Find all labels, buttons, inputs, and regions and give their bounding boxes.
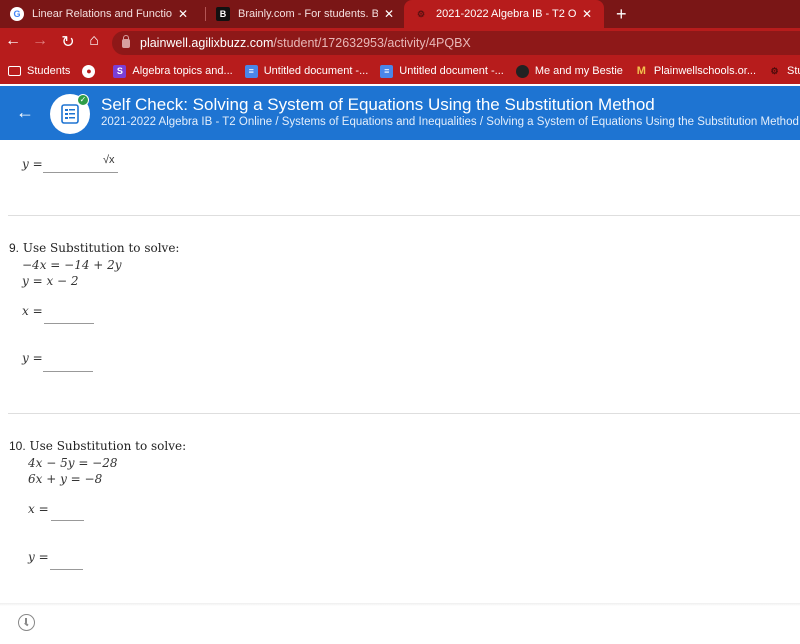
reload-icon[interactable]: ↻ — [58, 32, 78, 52]
browser-tab-algebra-active[interactable]: ⚙ 2021-2022 Algebra IB - T2 Online ✕ — [404, 0, 604, 28]
equation: −4x = −14 + 2y — [22, 258, 122, 272]
bookmark-algebra-topics[interactable]: S Algebra topics and... — [113, 64, 233, 78]
question-9-heading: 9. Use Substitution to solve: — [9, 241, 179, 255]
tab-title: Linear Relations and Functions / — [32, 8, 172, 20]
close-icon[interactable]: ✕ — [384, 7, 394, 21]
bookmark-plainwellschools[interactable]: M Plainwellschools.or... — [635, 65, 756, 78]
page-title: Self Check: Solving a System of Equation… — [101, 95, 655, 114]
question-prompt: Use Substitution to solve: — [22, 241, 180, 255]
breadcrumb: 2021-2022 Algebra IB - T2 Online / Syste… — [101, 116, 799, 128]
bookmark-students[interactable]: Students — [8, 65, 70, 77]
folder-icon — [8, 66, 21, 76]
answer-label-x: x = — [28, 502, 49, 516]
bookmark-label: Untitled document -... — [263, 65, 369, 77]
footer-divider — [0, 603, 800, 606]
docs-icon: ≡ — [244, 64, 258, 78]
math-editor-sqrt-button[interactable]: √x — [103, 154, 115, 166]
google-icon: G — [10, 7, 24, 21]
home-icon[interactable]: ⌂ — [84, 32, 104, 50]
question-divider — [8, 413, 800, 414]
answer-label-y: y = — [22, 351, 43, 365]
answer-input-y-q10[interactable] — [50, 569, 83, 570]
question-number: 10. — [9, 439, 26, 453]
browser-tab-brainly[interactable]: B Brainly.com - For students. By st ✕ — [206, 0, 404, 28]
docs-icon: ≡ — [380, 64, 394, 78]
bookmark-label: Student Ap — [787, 65, 800, 77]
back-icon[interactable]: ← — [3, 32, 23, 50]
close-icon[interactable]: ✕ — [582, 7, 592, 21]
tab-title: 2021-2022 Algebra IB - T2 Online — [436, 8, 576, 20]
s-icon: S — [113, 64, 127, 78]
address-bar[interactable]: plainwell.agilixbuzz.com/student/1726329… — [112, 31, 800, 55]
url-host: plainwell.agilixbuzz.com — [140, 36, 274, 50]
answer-label-x: x = — [22, 304, 43, 318]
new-tab-button[interactable]: + — [616, 4, 627, 25]
browser-tab-linear-relations[interactable]: G Linear Relations and Functions / ✕ — [0, 0, 205, 28]
equation: 6x + y = −8 — [28, 472, 103, 486]
answer-input-y-q9[interactable] — [43, 371, 93, 372]
question-prompt: Use Substitution to solve: — [29, 439, 187, 453]
bookmark-student-ap[interactable]: ⚙ Student Ap — [768, 65, 800, 78]
answer-input-x-q10[interactable] — [51, 520, 84, 521]
equation: y = x − 2 — [22, 274, 79, 288]
tab-strip: G Linear Relations and Functions / ✕ B B… — [0, 0, 800, 28]
app-header: ← ✓ Self Check: Solving a System of Equa… — [0, 86, 800, 140]
bookmark-globe[interactable]: ● — [82, 64, 101, 78]
back-arrow-icon[interactable]: ← — [16, 102, 34, 123]
bookmark-label: Plainwellschools.or... — [653, 65, 756, 77]
browser-toolbar: ← → ↻ ⌂ plainwell.agilixbuzz.com/student… — [0, 28, 800, 58]
close-icon[interactable]: ✕ — [178, 7, 188, 21]
bookmark-label: Algebra topics and... — [132, 65, 233, 77]
question-divider — [8, 215, 800, 216]
answer-input-x-q9[interactable] — [44, 323, 94, 324]
question-content: y = √x 9. Use Substitution to solve: −4x… — [0, 140, 800, 605]
answer-label-y: y = — [28, 550, 49, 564]
url-path: /student/172632953/activity/4PQBX — [273, 36, 471, 50]
equation: 4x − 5y = −28 — [28, 456, 118, 470]
agilix-icon: ⚙ — [770, 65, 779, 76]
avatar-icon — [515, 64, 529, 78]
bookmarks-bar: Students ● S Algebra topics and... ≡ Unt… — [0, 58, 800, 84]
answer-label-y-prev: y = — [22, 157, 43, 171]
question-10-heading: 10. Use Substitution to solve: — [9, 439, 186, 453]
globe-icon: ● — [82, 64, 96, 78]
answer-input-y-prev[interactable] — [43, 172, 118, 173]
bookmark-untitled-doc-2[interactable]: ≡ Untitled document -... — [380, 64, 504, 78]
bookmark-label: Untitled document -... — [399, 65, 504, 77]
gmail-icon: M — [636, 65, 646, 77]
question-number: 9. — [9, 241, 20, 255]
bookmark-untitled-doc-1[interactable]: ≡ Untitled document -... — [244, 64, 369, 78]
bookmark-label: Me and my Bestie — [534, 65, 623, 77]
agilix-icon: ⚙ — [416, 8, 426, 19]
clock-icon[interactable] — [18, 614, 35, 631]
completed-check-icon: ✓ — [77, 94, 89, 106]
lock-icon — [122, 34, 130, 48]
brainly-icon: B — [216, 7, 230, 21]
forward-icon[interactable]: → — [30, 32, 50, 50]
bookmark-label: Students — [27, 65, 71, 77]
tab-title: Brainly.com - For students. By st — [238, 8, 378, 20]
bookmark-me-and-my-bestie[interactable]: Me and my Bestie — [515, 64, 623, 78]
